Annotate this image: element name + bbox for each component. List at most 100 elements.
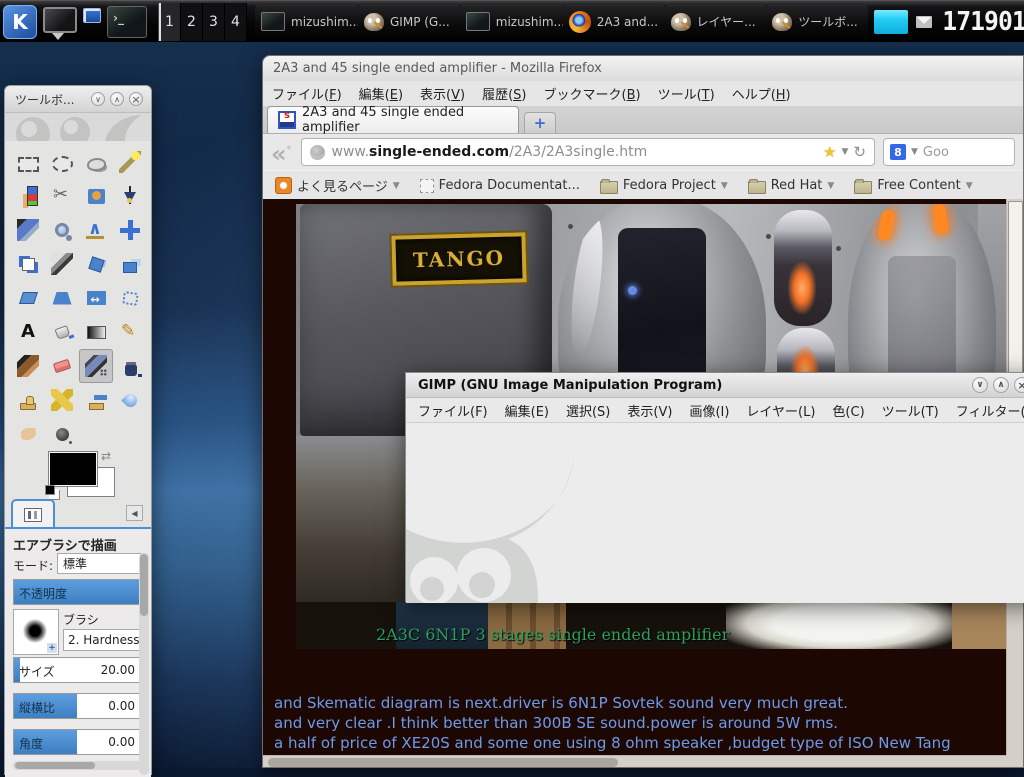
perspective-tool[interactable] xyxy=(45,281,79,315)
shade-button[interactable] xyxy=(91,92,105,106)
foreground-color-swatch[interactable] xyxy=(49,452,97,486)
menu-item[interactable]: 色(C) xyxy=(832,401,864,420)
scissors-tool[interactable] xyxy=(45,179,79,213)
move-tool[interactable] xyxy=(113,213,147,247)
measure-tool[interactable] xyxy=(79,213,113,247)
rect-select-tool[interactable] xyxy=(11,145,45,179)
terminal-launcher[interactable] xyxy=(107,6,147,38)
maximize-button[interactable] xyxy=(993,377,1009,393)
bookmark-folder[interactable]: Red Hat▼ xyxy=(748,178,835,194)
menu-item[interactable]: 画像(I) xyxy=(689,401,729,420)
opacity-slider[interactable]: 不透明度 xyxy=(13,579,141,605)
desktop-launcher[interactable] xyxy=(43,11,77,33)
gimp-titlebar[interactable]: GIMP (GNU Image Manipulation Program) xyxy=(406,373,1024,398)
align-tool[interactable] xyxy=(11,247,45,281)
angle-slider[interactable]: 角度 0.00 xyxy=(13,729,141,755)
menu-item[interactable]: 編集(E) xyxy=(359,84,403,103)
shear-tool[interactable] xyxy=(11,281,45,315)
paths-tool[interactable] xyxy=(113,179,147,213)
bookmark-placeholder[interactable]: Fedora Documentat... xyxy=(420,178,580,193)
pager-desktop-3[interactable]: 3 xyxy=(203,3,225,41)
bookmark-history[interactable]: よく見るページ▼ xyxy=(275,176,400,195)
url-bar[interactable]: www.single-ended.com/2A3/2A3single.htm ★… xyxy=(301,138,875,166)
menu-item[interactable]: ヘルプ(H) xyxy=(732,84,791,103)
aspect-ratio-slider[interactable]: 縦横比 0.00 xyxy=(13,693,141,719)
menu-item[interactable]: ファイル(F) xyxy=(272,84,342,103)
search-input[interactable]: Goo xyxy=(923,145,949,160)
tray-envelope-icon[interactable] xyxy=(916,16,932,28)
paintbrush-tool[interactable] xyxy=(11,349,45,383)
bucket-tool[interactable] xyxy=(45,315,79,349)
search-engine-chevron-icon[interactable]: ▼ xyxy=(911,147,918,157)
kde-menu-button[interactable]: K xyxy=(3,5,37,39)
smudge-tool[interactable] xyxy=(11,417,45,451)
taskbar-item-2[interactable]: GIMP (G... xyxy=(358,5,460,39)
close-button[interactable] xyxy=(129,92,143,106)
close-button[interactable] xyxy=(1014,377,1024,393)
menu-item[interactable]: ブックマーク(B) xyxy=(544,84,641,103)
menu-item[interactable]: レイヤー(L) xyxy=(746,401,815,420)
reload-icon[interactable]: ↻ xyxy=(853,143,866,161)
blur-tool[interactable] xyxy=(113,383,147,417)
desktop-pager[interactable]: 1234 xyxy=(158,3,247,41)
toolbox-titlebar[interactable]: ツールボ... xyxy=(5,86,151,113)
select-by-color-tool[interactable] xyxy=(11,179,45,213)
fuzzy-select-tool[interactable] xyxy=(113,145,147,179)
menu-item[interactable]: 選択(S) xyxy=(566,401,610,420)
dodge-burn-tool[interactable] xyxy=(45,417,79,451)
brush-name-field[interactable]: 2. Hardness xyxy=(63,629,141,651)
menu-item[interactable]: ツール(T) xyxy=(882,401,939,420)
maximize-button[interactable] xyxy=(110,92,124,106)
bookmark-folder[interactable]: Fedora Project▼ xyxy=(600,178,728,194)
brush-thumbnail[interactable]: + xyxy=(13,609,59,655)
fg-select-tool[interactable] xyxy=(79,179,113,213)
tray-monitor-icon[interactable] xyxy=(874,10,908,34)
pencil-tool[interactable] xyxy=(113,315,147,349)
zoom-tool[interactable] xyxy=(45,213,79,247)
firefox-titlebar[interactable]: 2A3 and 45 single ended amplifier - Mozi… xyxy=(263,56,1023,81)
menu-item[interactable]: ツール(T) xyxy=(658,84,715,103)
taskbar-item-5[interactable]: レイヤー... xyxy=(665,5,767,39)
clone-tool[interactable] xyxy=(11,383,45,417)
mode-select[interactable]: 標準 xyxy=(57,553,141,574)
menu-item[interactable]: 表示(V) xyxy=(420,84,465,103)
bookmark-chevron-icon[interactable]: ▼ xyxy=(842,147,849,157)
shade-button[interactable] xyxy=(972,377,988,393)
perspective-clone-tool[interactable] xyxy=(79,383,113,417)
taskbar-item-4[interactable]: 2A3 and... xyxy=(563,5,665,39)
menu-item[interactable]: フィルター(R) xyxy=(956,401,1024,420)
text-tool[interactable] xyxy=(11,315,45,349)
bookmark-star-icon[interactable]: ★ xyxy=(823,143,836,161)
scale-tool[interactable] xyxy=(113,247,147,281)
cage-tool[interactable] xyxy=(113,281,147,315)
eraser-tool[interactable] xyxy=(45,349,79,383)
pager-desktop-1[interactable]: 1 xyxy=(159,3,181,41)
pager-desktop-2[interactable]: 2 xyxy=(181,3,203,41)
horizontal-scrollbar-thumb[interactable] xyxy=(268,758,618,767)
pager-desktop-4[interactable]: 4 xyxy=(225,3,247,41)
heal-tool[interactable] xyxy=(45,383,79,417)
google-engine-icon[interactable]: 8 xyxy=(890,144,906,160)
back-button[interactable]: «° xyxy=(271,141,291,164)
menu-item[interactable]: 表示(V) xyxy=(627,401,672,420)
options-horizontal-scrollbar[interactable] xyxy=(13,761,141,770)
rotate-tool[interactable] xyxy=(79,247,113,281)
tab-2a3-amplifier[interactable]: 2A3 and 45 single ended amplifier xyxy=(267,106,519,133)
scrollbar-thumb[interactable] xyxy=(140,554,148,616)
taskbar-item-3[interactable]: mizushim... xyxy=(460,5,563,39)
default-colors-icon[interactable] xyxy=(45,485,55,495)
ink-tool[interactable] xyxy=(113,349,147,383)
size-slider[interactable]: サイズ 20.00 xyxy=(13,657,141,683)
search-box[interactable]: 8 ▼ Goo xyxy=(883,138,1015,166)
show-desktop-button[interactable] xyxy=(83,20,101,23)
color-picker-tool[interactable] xyxy=(11,213,45,247)
collapse-arrow-button[interactable]: ◀ xyxy=(126,505,143,521)
swap-colors-icon[interactable]: ⇄ xyxy=(101,449,111,463)
taskbar-clock[interactable]: 171901 xyxy=(942,7,1024,37)
free-select-tool[interactable] xyxy=(79,145,113,179)
horizontal-scrollbar[interactable] xyxy=(263,755,1007,768)
new-tab-button[interactable]: + xyxy=(524,112,556,133)
flip-tool[interactable] xyxy=(79,281,113,315)
airbrush-tool[interactable] xyxy=(79,349,113,383)
taskbar-item-1[interactable]: mizushim... xyxy=(255,5,358,39)
